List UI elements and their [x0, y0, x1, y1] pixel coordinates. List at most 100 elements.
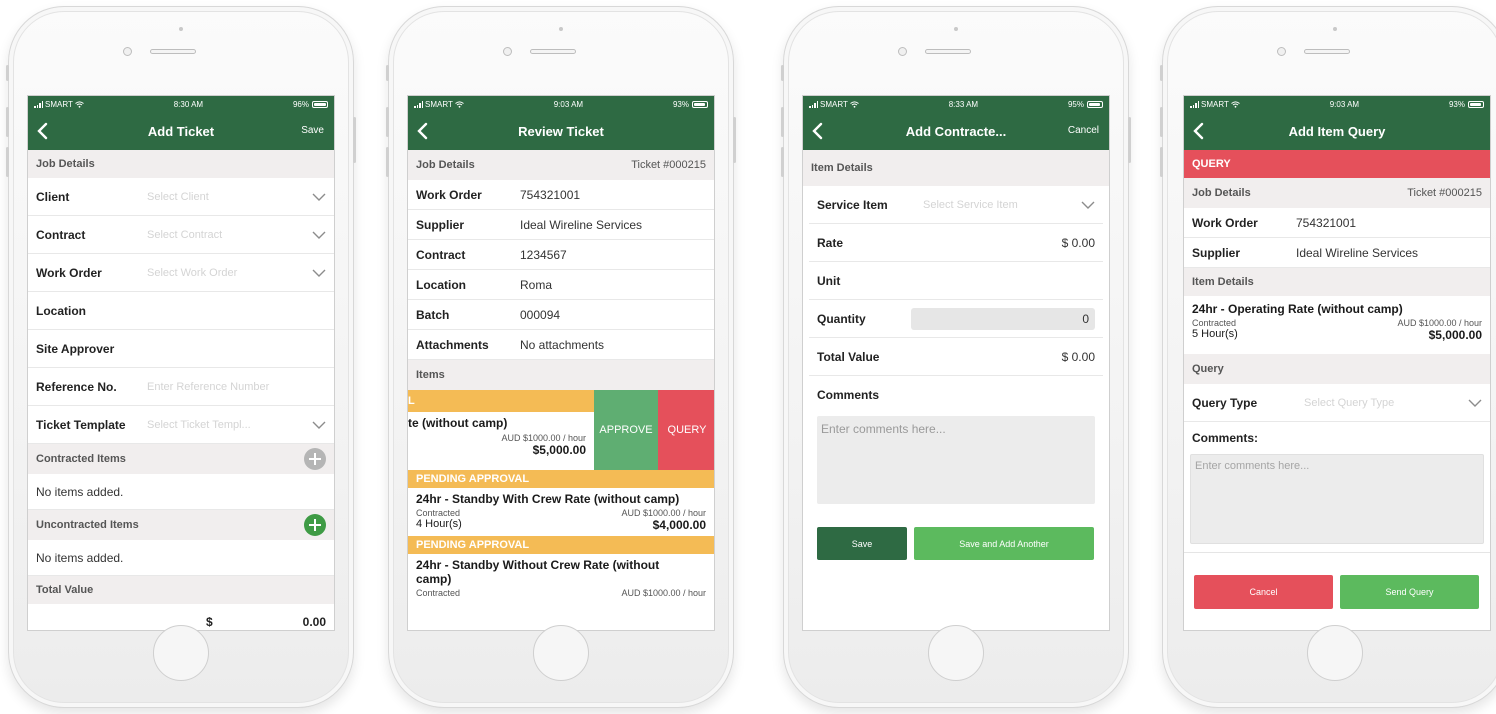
query-button[interactable]: QUERY: [658, 390, 714, 470]
chevron-down-icon[interactable]: [312, 190, 326, 204]
back-chevron-icon[interactable]: [809, 121, 827, 141]
service-item-field[interactable]: Service Item Select Service Item: [809, 186, 1103, 224]
screen: SMART 8:30 AM 96% Add Ticket Save Job De…: [27, 95, 335, 631]
chevron-down-icon[interactable]: [1468, 396, 1482, 410]
detail-label: Work Order: [1192, 215, 1258, 230]
quantity-row[interactable]: Quantity 0: [809, 300, 1103, 338]
list-item[interactable]: PENDING APPROVAL 24hr - Standby Without …: [408, 536, 714, 602]
detail-label: Supplier: [1192, 245, 1241, 260]
approve-button[interactable]: APPROVE: [594, 390, 658, 470]
client-field[interactable]: Client Select Client: [28, 178, 334, 216]
comments-label-row: Comments:: [1184, 422, 1490, 454]
section-title: Job Details: [416, 159, 475, 171]
field-label: Unit: [817, 273, 841, 288]
swiped-list-item[interactable]: L te (without camp) AUD $1000.00 / hour …: [408, 390, 714, 470]
chevron-down-icon[interactable]: [1081, 198, 1095, 212]
chevron-down-icon[interactable]: [312, 418, 326, 432]
earpiece-speaker: [925, 49, 971, 54]
field-label: Reference No.: [36, 379, 117, 394]
screen: SMART 8:33 AM 95% Add Contracte... Cance…: [802, 95, 1110, 631]
section-item-details: Item Details: [803, 150, 1109, 186]
field-label: Service Item: [817, 197, 888, 212]
signal-bars-icon: [809, 100, 818, 108]
save-and-add-another-button[interactable]: Save and Add Another: [914, 527, 1094, 560]
send-query-button[interactable]: Send Query: [1340, 575, 1479, 609]
save-button[interactable]: Save: [817, 527, 907, 560]
detail-value: Ideal Wireline Services: [520, 217, 643, 232]
chevron-down-icon[interactable]: [312, 266, 326, 280]
query-type-select[interactable]: Select Query Type: [1304, 397, 1394, 409]
unit-row: Unit: [809, 262, 1103, 300]
detail-label: Location: [416, 277, 466, 292]
detail-value: 000094: [520, 307, 561, 322]
item-values: 5 Hour(s) $5,000.00: [1192, 328, 1482, 342]
status-bar: SMART 9:03 AM 93%: [408, 96, 714, 112]
detail-value: 754321001: [520, 187, 581, 202]
section-title: Job Details: [1192, 187, 1251, 199]
work-order-field[interactable]: Work Order Select Work Order: [28, 254, 334, 292]
proximity-sensor: [1333, 27, 1337, 31]
query-type-field[interactable]: Query Type Select Query Type: [1184, 384, 1490, 422]
battery-indicator: 93%: [1449, 100, 1484, 109]
section-title: Uncontracted Items: [36, 519, 139, 531]
comments-textarea[interactable]: Enter comments here...: [817, 416, 1095, 504]
reference-no-field[interactable]: Reference No. Enter Reference Number: [28, 368, 334, 406]
add-contracted-item-icon[interactable]: [304, 448, 326, 470]
work-order-select[interactable]: Select Work Order: [147, 267, 237, 279]
carrier-name: SMART: [45, 99, 73, 109]
cancel-button[interactable]: Cancel: [1068, 125, 1099, 136]
battery-indicator: 93%: [673, 100, 708, 109]
item-amount: $4,000.00: [652, 518, 706, 532]
chevron-down-icon[interactable]: [312, 228, 326, 242]
list-item[interactable]: PENDING APPROVAL 24hr - Standby With Cre…: [408, 470, 714, 536]
section-items: Items: [408, 360, 714, 390]
mute-switch: [781, 65, 784, 81]
field-label: Total Value: [817, 349, 880, 364]
volume-up-button: [781, 107, 784, 137]
swiped-item-content[interactable]: L te (without camp) AUD $1000.00 / hour …: [408, 390, 594, 470]
status-label: L: [408, 395, 415, 407]
service-item-select[interactable]: Select Service Item: [923, 199, 1018, 211]
site-approver-field[interactable]: Site Approver: [28, 330, 334, 368]
contract-select[interactable]: Select Contract: [147, 229, 222, 241]
volume-down-button: [1160, 147, 1163, 177]
client-select[interactable]: Select Client: [147, 191, 209, 203]
location-field[interactable]: Location: [28, 292, 334, 330]
home-button[interactable]: [928, 625, 984, 681]
battery-percent: 95%: [1067, 99, 1084, 109]
quantity-input[interactable]: 0: [911, 307, 1095, 330]
section-uncontracted-items: Uncontracted Items: [28, 510, 334, 540]
item-sub: Contracted AUD $1000.00 / hour: [416, 508, 706, 518]
back-chevron-icon[interactable]: [1190, 121, 1208, 141]
volume-up-button: [6, 107, 9, 137]
ticket-template-field[interactable]: Ticket Template Select Ticket Templ...: [28, 406, 334, 444]
detail-row: Supplier Ideal Wireline Services: [408, 210, 714, 240]
currency-symbol: $: [206, 615, 213, 629]
battery-fill: [313, 102, 326, 106]
home-button[interactable]: [1307, 625, 1363, 681]
ticket-template-select[interactable]: Select Ticket Templ...: [147, 419, 251, 431]
comments-textarea[interactable]: Enter comments here...: [1190, 454, 1484, 544]
back-chevron-icon[interactable]: [34, 121, 52, 141]
reference-number-input[interactable]: Enter Reference Number: [147, 381, 269, 393]
battery-icon: [691, 100, 708, 108]
section-title: Total Value: [36, 584, 94, 596]
rate-row: Rate $ 0.00: [809, 224, 1103, 262]
home-button[interactable]: [153, 625, 209, 681]
item-card: 24hr - Operating Rate (without camp) Con…: [1184, 296, 1490, 354]
contract-field[interactable]: Contract Select Contract: [28, 216, 334, 254]
divider: [1184, 552, 1490, 553]
section-title: Item Details: [1192, 276, 1254, 288]
phone-add-ticket: SMART 8:30 AM 96% Add Ticket Save Job De…: [6, 6, 356, 708]
save-button[interactable]: Save: [301, 125, 324, 136]
item-rate: AUD $1000.00 / hour: [621, 588, 706, 598]
item-type: Contracted: [416, 588, 461, 598]
home-button[interactable]: [533, 625, 589, 681]
field-label: Query Type: [1192, 395, 1258, 410]
cancel-button[interactable]: Cancel: [1194, 575, 1333, 609]
back-chevron-icon[interactable]: [414, 121, 432, 141]
volume-down-button: [781, 147, 784, 177]
signal-bars-icon: [34, 100, 43, 108]
attachments-row[interactable]: Attachments No attachments: [408, 330, 714, 360]
add-uncontracted-item-icon[interactable]: [304, 514, 326, 536]
